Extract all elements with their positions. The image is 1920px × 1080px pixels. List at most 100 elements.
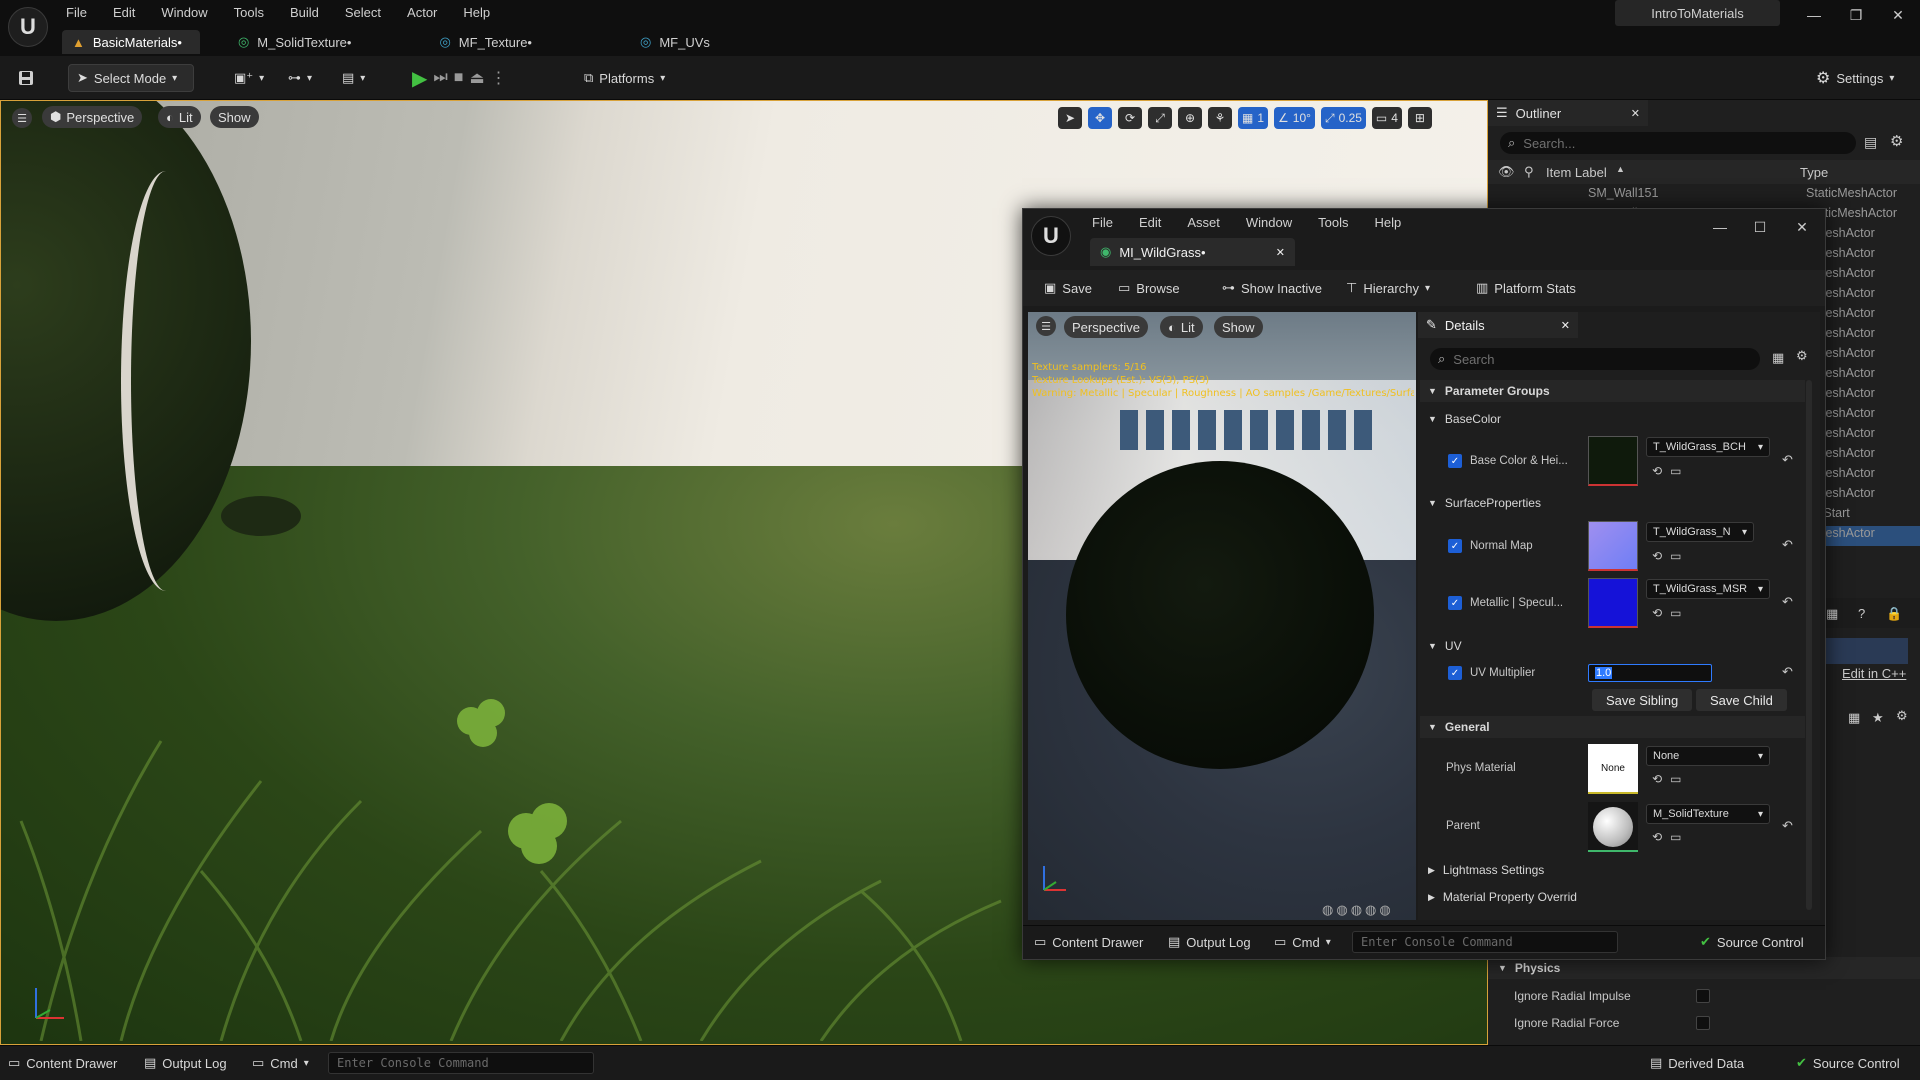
details-search-field[interactable]: ⌕ Search xyxy=(1430,348,1760,370)
reset-to-default-icon[interactable]: ↶ xyxy=(1782,452,1793,468)
plane-icon[interactable]: ◍ xyxy=(1351,902,1362,918)
hierarchy-button[interactable]: ⊤ Hierarchy ▾ xyxy=(1338,274,1438,302)
sphere-icon[interactable]: ◍ xyxy=(1336,902,1347,918)
col-item-label[interactable]: Item Label xyxy=(1546,165,1607,180)
rotation-snap-button[interactable]: ∠ 10° xyxy=(1274,107,1315,129)
uv-group[interactable]: ▼ UV xyxy=(1420,635,1805,657)
platforms-button[interactable]: ⧉ Platforms ▾ xyxy=(576,64,673,92)
menu-select[interactable]: Select xyxy=(345,5,381,20)
use-selected-icon[interactable]: ⟲ xyxy=(1652,772,1662,786)
star-icon[interactable]: ★ xyxy=(1872,710,1884,726)
gear-icon[interactable]: ⚙ xyxy=(1796,348,1808,364)
save-sibling-button[interactable]: Save Sibling xyxy=(1592,689,1693,711)
normal-map-thumbnail[interactable] xyxy=(1588,521,1638,571)
edit-in-cpp-link[interactable]: Edit in C++ xyxy=(1842,666,1906,681)
output-log-button[interactable]: ▤ Output Log xyxy=(1168,931,1251,953)
show-inactive-button[interactable]: ⊶ Show Inactive xyxy=(1214,274,1330,302)
unreal-logo-icon[interactable]: U xyxy=(8,7,48,47)
play-icon[interactable]: ▶ xyxy=(412,66,427,91)
console-input[interactable]: Enter Console Command xyxy=(1352,931,1618,953)
save-icon[interactable] xyxy=(14,66,38,90)
console-input[interactable]: Enter Console Command xyxy=(328,1052,594,1074)
menu-tools[interactable]: Tools xyxy=(234,5,264,20)
basecolor-group[interactable]: ▼ BaseColor xyxy=(1420,408,1805,430)
menu-window[interactable]: Window xyxy=(161,5,207,20)
platform-stats-button[interactable]: ▥ Platform Stats xyxy=(1468,274,1584,302)
menu-file[interactable]: File xyxy=(66,5,87,20)
tab-mf-texture[interactable]: ◎ MF_Texture• xyxy=(429,30,550,54)
select-mode-dropdown[interactable]: ➤ Select Mode ▾ xyxy=(68,64,194,92)
perspective-button[interactable]: ⬢ Perspective xyxy=(42,106,143,128)
show-button[interactable]: Show xyxy=(210,106,259,128)
browse-asset-icon[interactable]: ▭ xyxy=(1670,830,1681,844)
preview-menu-button[interactable]: ☰ xyxy=(1036,316,1056,336)
table-icon[interactable]: ▦ xyxy=(1848,710,1860,726)
browse-asset-icon[interactable]: ▭ xyxy=(1670,606,1681,620)
close-icon[interactable]: ✕ xyxy=(1561,319,1570,332)
scale-snap-button[interactable]: ⤢ 0.25 xyxy=(1320,107,1366,129)
cmd-dropdown[interactable]: ▭ Cmd ▾ xyxy=(252,1052,309,1074)
menu-build[interactable]: Build xyxy=(290,5,319,20)
tab-basicmaterials[interactable]: ▲ BasicMaterials• xyxy=(62,30,200,54)
preview-show-button[interactable]: Show xyxy=(1214,316,1263,338)
source-control-button[interactable]: ✔ Source Control xyxy=(1700,931,1804,953)
world-space-icon[interactable]: ⊕ xyxy=(1178,107,1202,129)
table-view-icon[interactable]: ▦ xyxy=(1772,350,1784,366)
col-type[interactable]: Type xyxy=(1800,165,1828,180)
scale-tool-icon[interactable]: ⤢ xyxy=(1148,107,1172,129)
close-button[interactable]: ✕ xyxy=(1788,214,1816,240)
menu-edit[interactable]: Edit xyxy=(1139,215,1161,230)
maximize-button[interactable]: ❐ xyxy=(1842,2,1870,28)
reset-to-default-icon[interactable]: ↶ xyxy=(1782,664,1793,680)
outliner-tab[interactable]: ☰ Outliner ✕ xyxy=(1488,100,1648,126)
base-color-checkbox[interactable]: ✓ xyxy=(1448,454,1462,468)
menu-file[interactable]: File xyxy=(1092,215,1113,230)
close-button[interactable]: ✕ xyxy=(1884,2,1912,28)
tab-mi-wildgrass[interactable]: ◉ MI_WildGrass• ✕ xyxy=(1090,238,1295,266)
parent-thumbnail[interactable] xyxy=(1588,802,1638,852)
add-actor-button[interactable]: ▣⁺ ▾ xyxy=(226,64,272,92)
metallic-texture-select[interactable]: T_WildGrass_MSR ▾ xyxy=(1646,579,1770,599)
close-icon[interactable]: ✕ xyxy=(1276,246,1285,259)
menu-help[interactable]: Help xyxy=(1374,215,1401,230)
reset-to-default-icon[interactable]: ↶ xyxy=(1782,537,1793,553)
output-log-button[interactable]: ▤ Output Log xyxy=(144,1052,227,1074)
use-selected-icon[interactable]: ⟲ xyxy=(1652,830,1662,844)
general-section[interactable]: ▼ General xyxy=(1420,716,1805,738)
viewport-menu-button[interactable]: ☰ xyxy=(12,108,32,128)
pin-icon[interactable]: ⚲ xyxy=(1524,164,1534,180)
normal-map-checkbox[interactable]: ✓ xyxy=(1448,539,1462,553)
uv-multiplier-input[interactable]: 1.0 xyxy=(1588,664,1712,682)
menu-window[interactable]: Window xyxy=(1246,215,1292,230)
help-icon[interactable]: ? xyxy=(1858,606,1865,621)
menu-help[interactable]: Help xyxy=(463,5,490,20)
lit-button[interactable]: ◐ Lit xyxy=(158,106,201,128)
ignore-radial-impulse-checkbox[interactable] xyxy=(1696,989,1710,1003)
uv-multiplier-checkbox[interactable]: ✓ xyxy=(1448,666,1462,680)
eye-icon[interactable]: 👁 xyxy=(1498,164,1515,180)
parent-select[interactable]: M_SolidTexture ▾ xyxy=(1646,804,1770,824)
use-selected-icon[interactable]: ⟲ xyxy=(1652,549,1662,563)
base-color-thumbnail[interactable] xyxy=(1588,436,1638,486)
outliner-search-field[interactable]: ⌕ Search... xyxy=(1500,132,1856,154)
browse-asset-icon[interactable]: ▭ xyxy=(1670,549,1681,563)
source-control-button[interactable]: ✔ Source Control xyxy=(1796,1052,1900,1074)
derived-data-button[interactable]: ▤ Derived Data xyxy=(1650,1052,1744,1074)
menu-edit[interactable]: Edit xyxy=(113,5,135,20)
stop-icon[interactable]: ■ xyxy=(454,69,464,87)
layout-icon[interactable]: ▦ xyxy=(1826,606,1838,622)
teapot-icon[interactable]: ◍ xyxy=(1379,902,1390,918)
tab-mf-uvs[interactable]: ◎ MF_UVs xyxy=(630,30,728,54)
material-property-overrides-section[interactable]: ▶ Material Property Overrid xyxy=(1420,886,1805,908)
translate-tool-icon[interactable]: ✥ xyxy=(1088,107,1112,129)
tab-m-solidtexture[interactable]: ◎ M_SolidTexture• xyxy=(228,30,370,54)
grid-snap-button[interactable]: ▦ 1 xyxy=(1238,107,1269,129)
advance-frame-icon[interactable]: ⏭ xyxy=(433,69,447,87)
physics-section[interactable]: ▼ Physics xyxy=(1488,957,1920,979)
select-tool-icon[interactable]: ➤ xyxy=(1058,107,1082,129)
lightmass-settings-section[interactable]: ▶ Lightmass Settings xyxy=(1420,859,1805,881)
settings-button[interactable]: ⚙ Settings ▾ xyxy=(1808,64,1902,92)
content-drawer-button[interactable]: ▭ Content Drawer xyxy=(1034,931,1143,953)
more-options-icon[interactable]: ⋮ xyxy=(491,68,507,88)
lock-icon[interactable]: 🔒 xyxy=(1886,606,1902,622)
